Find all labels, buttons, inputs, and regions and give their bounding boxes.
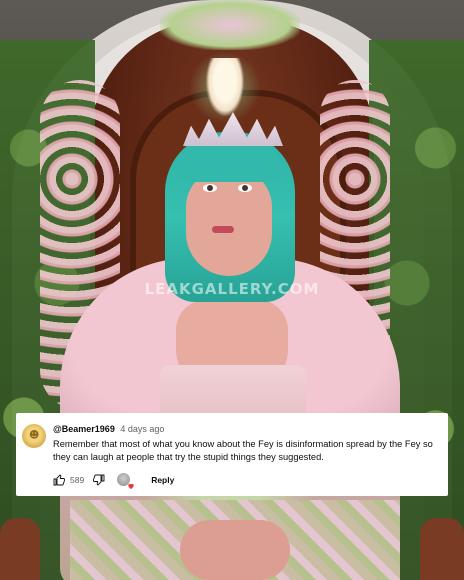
comment-actions: 589 Reply (53, 473, 174, 489)
comment-timestamp[interactable]: 4 days ago (120, 424, 164, 434)
comment-text: Remember that most of what you know abou… (53, 439, 433, 462)
lips (212, 226, 234, 233)
statue-left (0, 518, 40, 580)
heart-icon (128, 483, 134, 489)
creator-heart-badge (117, 473, 134, 489)
flower-crown-top (160, 0, 300, 50)
youtube-comment: ☻ @Beamer1969 4 days ago Remember that m… (16, 413, 448, 496)
comment-username[interactable]: @Beamer1969 (53, 424, 115, 434)
hands (180, 520, 290, 580)
like-button[interactable]: 589 (53, 474, 84, 486)
avatar-emblem-icon: ☻ (29, 430, 40, 441)
left-eye (203, 184, 217, 192)
right-eye (238, 184, 252, 192)
user-avatar[interactable]: ☻ (22, 424, 46, 448)
comment-header: @Beamer1969 4 days ago (53, 424, 164, 435)
watermark: LEAKGALLERY.COM (144, 280, 320, 298)
like-count: 589 (70, 475, 85, 485)
fairy-figurine (206, 58, 244, 116)
statue-right (420, 518, 464, 580)
thumbs-down-icon[interactable] (93, 474, 105, 486)
thumbs-up-icon (53, 474, 65, 486)
face (186, 168, 272, 276)
reply-button[interactable]: Reply (151, 475, 174, 485)
